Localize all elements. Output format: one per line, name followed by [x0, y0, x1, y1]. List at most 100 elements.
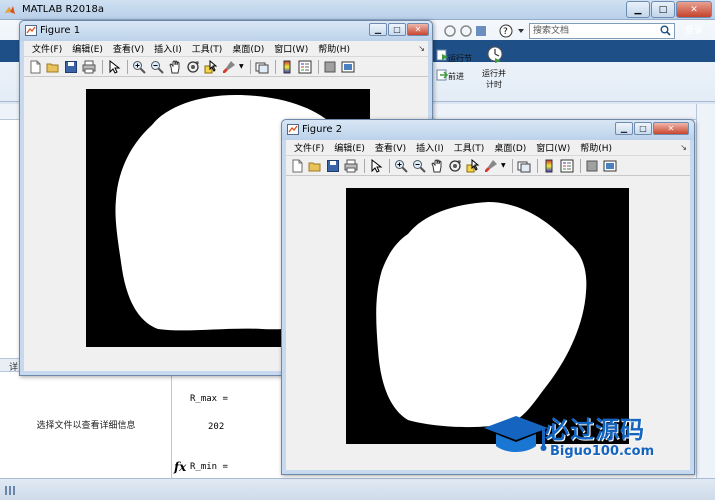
- run-and-time-icon: [487, 46, 503, 63]
- menu-insert[interactable]: 插入(I): [416, 141, 444, 154]
- colorbar-icon[interactable]: [279, 59, 295, 75]
- command-output-line: R_max =: [190, 394, 228, 404]
- new-figure-icon[interactable]: [27, 59, 43, 75]
- toolbar-separator: [127, 59, 128, 74]
- save-icon[interactable]: [325, 158, 341, 174]
- hide-plot-tools-icon[interactable]: [322, 59, 338, 75]
- figure2-close-button[interactable]: ✕: [653, 122, 689, 135]
- figure1-title: Figure 1: [40, 25, 81, 36]
- figure2-image-axes[interactable]: [346, 188, 629, 444]
- figure-window-icon: [25, 25, 37, 36]
- data-cursor-icon[interactable]: [465, 158, 481, 174]
- hide-plot-tools-icon[interactable]: [584, 158, 600, 174]
- run-and-time-label-line1[interactable]: 运行并: [482, 68, 506, 79]
- status-grip-icon: [5, 486, 15, 495]
- legend-icon[interactable]: [559, 158, 575, 174]
- run-and-time-label-line2[interactable]: 计时: [486, 79, 502, 90]
- zoom-out-icon[interactable]: [411, 158, 427, 174]
- figure2-binary-mask-image: [376, 202, 587, 428]
- colorbar-icon[interactable]: [541, 158, 557, 174]
- details-hint-text: 选择文件以查看详细信息: [36, 421, 136, 431]
- figure-window-icon: [287, 124, 299, 135]
- menu-window[interactable]: 窗口(W): [274, 42, 308, 55]
- toolbar-separator: [579, 158, 581, 173]
- zoom-out-icon[interactable]: [149, 59, 165, 75]
- show-plot-tools-icon[interactable]: [340, 59, 356, 75]
- new-figure-icon[interactable]: [289, 158, 305, 174]
- brush-dropdown-arrow-icon[interactable]: ▼: [501, 162, 506, 169]
- legend-icon[interactable]: [297, 59, 313, 75]
- figure1-maximize-button[interactable]: □: [388, 23, 406, 36]
- rotate-3d-icon[interactable]: [185, 59, 201, 75]
- watermark-main-text: 必过源码: [545, 416, 645, 444]
- brush-dropdown-arrow-icon[interactable]: ▼: [239, 63, 244, 70]
- link-plot-icon[interactable]: [254, 59, 270, 75]
- menu-help[interactable]: 帮助(H): [318, 42, 350, 55]
- show-plot-tools-icon[interactable]: [602, 158, 618, 174]
- menu-desktop[interactable]: 桌面(D): [232, 42, 264, 55]
- pan-hand-icon[interactable]: [167, 59, 183, 75]
- toolbar-separator: [536, 158, 538, 173]
- menu-edit[interactable]: 编辑(E): [72, 42, 103, 55]
- menu-file[interactable]: 文件(F): [294, 141, 324, 154]
- maximize-button[interactable]: □: [651, 1, 675, 18]
- quick-access-toolbar: ?: [440, 23, 530, 39]
- advance-label[interactable]: 前进: [448, 71, 464, 82]
- close-button[interactable]: ✕: [676, 1, 712, 18]
- figure1-minimize-button[interactable]: ▁: [369, 23, 387, 36]
- dock-arrow-icon[interactable]: ↘: [680, 143, 687, 152]
- link-plot-icon[interactable]: [516, 158, 532, 174]
- print-icon[interactable]: [343, 158, 359, 174]
- figure2-toolbar: ▼: [286, 156, 690, 176]
- menu-window[interactable]: 窗口(W): [536, 141, 570, 154]
- figure2-menubar: 文件(F) 编辑(E) 查看(V) 插入(I) 工具(T) 桌面(D) 窗口(W…: [286, 140, 690, 156]
- open-file-icon[interactable]: [45, 59, 61, 75]
- pointer-icon[interactable]: [368, 158, 384, 174]
- save-icon[interactable]: [63, 59, 79, 75]
- dock-arrow-icon[interactable]: ↘: [418, 44, 425, 53]
- run-section-label[interactable]: 运行节: [448, 53, 472, 64]
- menu-file[interactable]: 文件(F): [32, 42, 62, 55]
- menu-help[interactable]: 帮助(H): [580, 141, 612, 154]
- figure2-maximize-button[interactable]: □: [634, 122, 652, 135]
- command-prompt-line: R_min =: [190, 462, 228, 472]
- main-window-title: MATLAB R2018a: [22, 4, 105, 15]
- toolbar-separator: [249, 59, 251, 74]
- search-icon[interactable]: [660, 25, 671, 36]
- menu-tools[interactable]: 工具(T): [454, 141, 485, 154]
- figure1-toolbar: ▼: [24, 57, 428, 77]
- toolbar-separator: [317, 59, 319, 74]
- menu-view[interactable]: 查看(V): [113, 42, 144, 55]
- print-icon[interactable]: [81, 59, 97, 75]
- menu-edit[interactable]: 编辑(E): [334, 141, 365, 154]
- data-cursor-icon[interactable]: [203, 59, 219, 75]
- open-file-icon[interactable]: [307, 158, 323, 174]
- zoom-in-icon[interactable]: [131, 59, 147, 75]
- pointer-icon[interactable]: [106, 59, 122, 75]
- figure1-menubar: 文件(F) 编辑(E) 查看(V) 插入(I) 工具(T) 桌面(D) 窗口(W…: [24, 41, 428, 57]
- watermark-logo: 必过源码 Biguo100.com: [482, 410, 684, 460]
- login-button[interactable]: 登录: [679, 23, 709, 39]
- figure2-titlebar[interactable]: Figure 2 ▁ □ ✕: [282, 120, 694, 140]
- brush-icon[interactable]: [221, 59, 237, 75]
- figure1-titlebar[interactable]: Figure 1 ▁ □ ✕: [20, 21, 432, 41]
- status-bar: [0, 478, 715, 500]
- toolbar-separator: [274, 59, 276, 74]
- pan-hand-icon[interactable]: [429, 158, 445, 174]
- figure2-minimize-button[interactable]: ▁: [615, 122, 633, 135]
- menu-desktop[interactable]: 桌面(D): [494, 141, 526, 154]
- menu-tools[interactable]: 工具(T): [192, 42, 223, 55]
- function-browser-icon[interactable]: fx: [174, 460, 186, 474]
- search-documentation-input[interactable]: 搜索文档: [529, 23, 675, 39]
- toolbar-separator: [102, 59, 103, 74]
- menu-insert[interactable]: 插入(I): [154, 42, 182, 55]
- brush-icon[interactable]: [483, 158, 499, 174]
- watermark-sub-text: Biguo100.com: [550, 444, 655, 459]
- toolbar-separator: [511, 158, 513, 173]
- matlab-logo-icon: [5, 6, 15, 14]
- figure1-close-button[interactable]: ✕: [407, 23, 429, 36]
- zoom-in-icon[interactable]: [393, 158, 409, 174]
- menu-view[interactable]: 查看(V): [375, 141, 406, 154]
- rotate-3d-icon[interactable]: [447, 158, 463, 174]
- minimize-button[interactable]: ▁: [626, 1, 650, 18]
